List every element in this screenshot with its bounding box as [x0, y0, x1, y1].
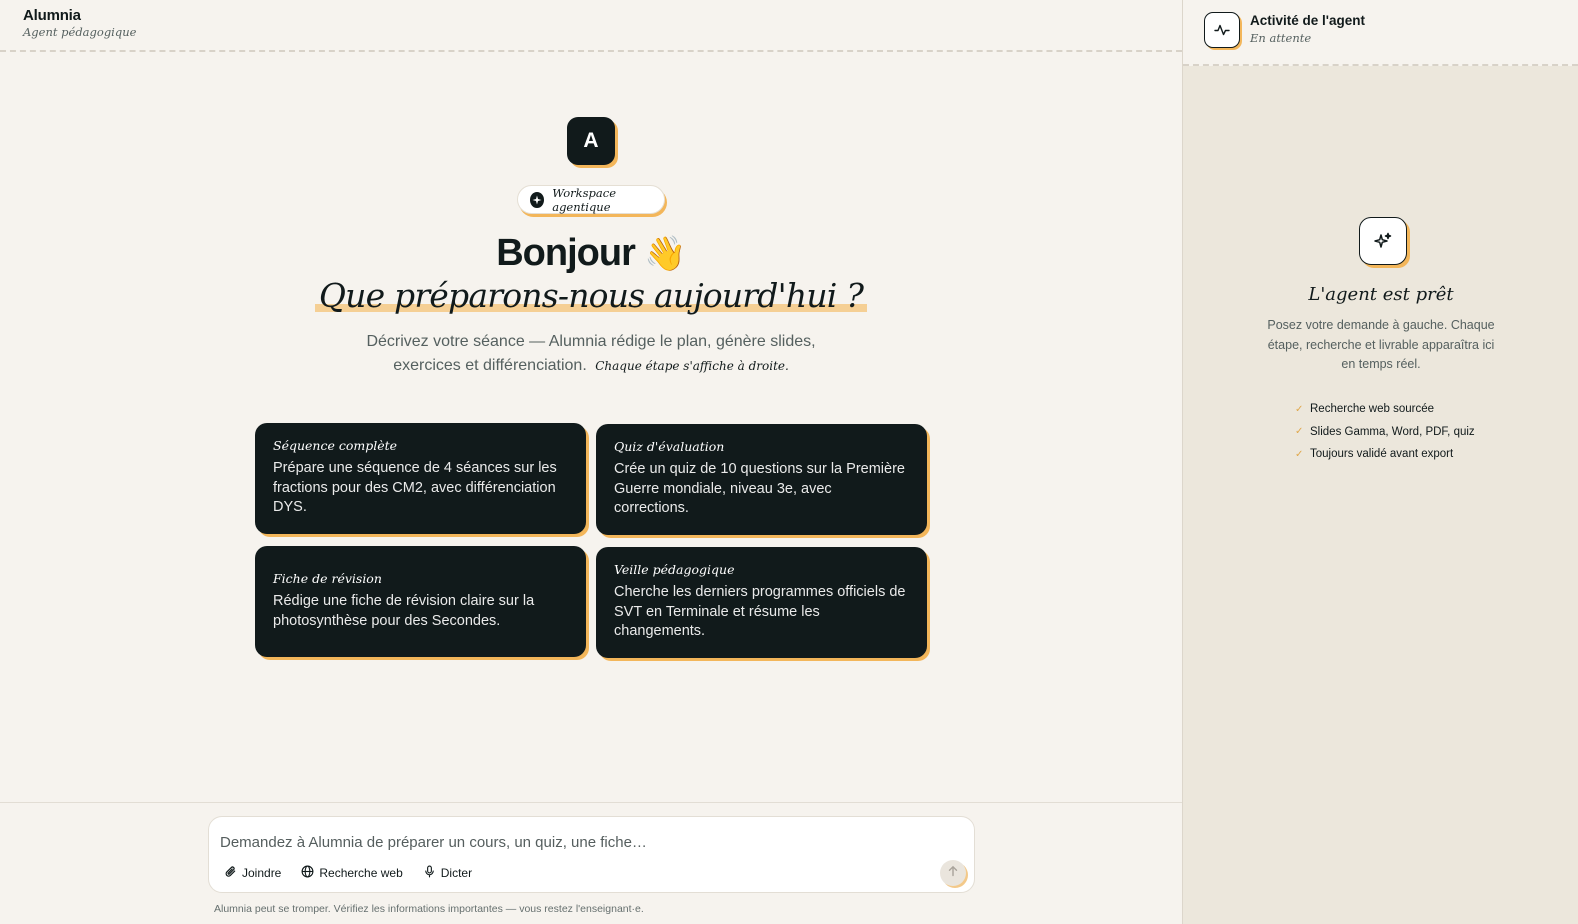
card-title: Séquence complète [273, 438, 398, 453]
feature-item: ✓ Toujours validé avant export [1295, 443, 1475, 466]
send-button[interactable] [940, 860, 966, 886]
card-title: Fiche de révision [273, 571, 382, 586]
paperclip-icon [224, 865, 237, 881]
card-text: Cherche les derniers programmes officiel… [614, 584, 906, 639]
feature-label: Slides Gamma, Word, PDF, quiz [1310, 425, 1475, 438]
attach-label: Joindre [242, 866, 282, 880]
dictate-button[interactable]: Dicter [423, 865, 472, 881]
suggestion-card-quiz[interactable]: Quiz d'évaluation Crée un quiz de 10 que… [596, 424, 927, 535]
suggestion-card-veille[interactable]: Veille pédagogique Cherche les derniers … [596, 547, 927, 658]
activity-title: Activité de l'agent [1250, 13, 1365, 28]
logo: A [567, 117, 615, 165]
feature-item: ✓ Recherche web sourcée [1295, 398, 1475, 421]
sparkles-icon [1359, 217, 1407, 265]
brand-subtitle: Agent pédagogique [23, 25, 137, 39]
card-title: Quiz d'évaluation [614, 439, 725, 454]
topbar: Alumnia Agent pédagogique [0, 0, 1182, 52]
hero: A Workspace agentique Bonjour 👋 Que prép… [0, 52, 1182, 802]
wave-emoji: 👋 [644, 235, 686, 273]
hero-description: Décrivez votre séance — Alumnia rédige l… [341, 330, 841, 378]
sparkle-icon [530, 191, 545, 208]
check-icon: ✓ [1295, 426, 1304, 438]
card-text: Crée un quiz de 10 questions sur la Prem… [614, 461, 905, 516]
feature-list: ✓ Recherche web sourcée ✓ Slides Gamma, Wo… [1295, 398, 1475, 466]
arrow-up-icon [947, 864, 959, 882]
card-text: Prépare une séquence de 4 séances sur le… [273, 460, 557, 515]
feature-label: Recherche web sourcée [1310, 403, 1435, 416]
web-search-label: Recherche web [319, 866, 403, 880]
hero-question-text: Que préparons-nous aujourd'hui ? [314, 276, 868, 315]
main-workspace: Alumnia Agent pédagogique A Workspace ag… [0, 0, 1182, 924]
activity-icon [1204, 12, 1240, 48]
feature-label: Toujours validé avant export [1310, 448, 1454, 461]
greeting-text: Bonjour [496, 232, 636, 274]
composer-tools: Joindre Recherche web Dicter [224, 865, 472, 881]
composer: Joindre Recherche web Dicter [208, 816, 975, 893]
ready-description: Posez votre demande à gauche. Chaque éta… [1267, 318, 1495, 371]
card-text: Rédige une fiche de révision claire sur … [273, 593, 535, 629]
web-search-button[interactable]: Recherche web [301, 865, 403, 881]
microphone-icon [423, 865, 436, 881]
prompt-input[interactable] [220, 831, 920, 853]
card-title: Veille pédagogique [614, 562, 735, 577]
brand-name: Alumnia [23, 7, 81, 24]
composer-area: Joindre Recherche web Dicter [0, 802, 1182, 924]
activity-status: En attente [1250, 31, 1312, 45]
feature-item: ✓ Slides Gamma, Word, PDF, quiz [1295, 421, 1475, 444]
ready-title: L'agent est prêt [1308, 284, 1454, 305]
pill-label: Workspace agentique [552, 185, 617, 214]
activity-header: Activité de l'agent En attente [1183, 0, 1578, 66]
workspace-pill: Workspace agentique [517, 185, 665, 214]
hero-description-note: Chaque étape s'affiche à droite. [595, 359, 789, 373]
hero-question: Que préparons-nous aujourd'hui ? [0, 276, 1182, 315]
disclaimer: Alumnia peut se tromper. Vérifiez les in… [214, 903, 644, 915]
attach-button[interactable]: Joindre [224, 865, 281, 881]
greeting: Bonjour 👋 [0, 232, 1182, 275]
activity-panel: Activité de l'agent En attente L'agent e… [1182, 0, 1578, 924]
suggestion-card-revision[interactable]: Fiche de révision Rédige une fiche de ré… [255, 546, 586, 657]
dictate-label: Dicter [440, 866, 473, 880]
check-icon: ✓ [1295, 448, 1304, 460]
check-icon: ✓ [1295, 403, 1304, 415]
globe-icon [301, 865, 314, 881]
suggestion-card-sequence[interactable]: Séquence complète Prépare une séquence d… [255, 423, 586, 534]
